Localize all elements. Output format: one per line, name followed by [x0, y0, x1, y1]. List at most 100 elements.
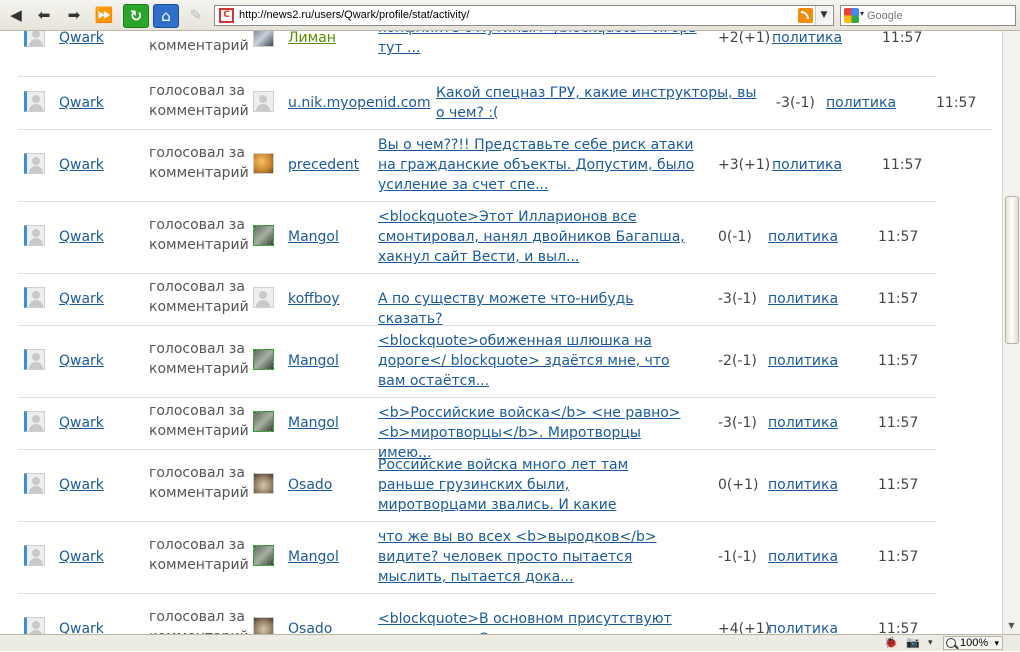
comment-link[interactable]: что же вы во всех <b>выродков</b> видите… [378, 527, 698, 587]
reload-button[interactable]: ↻ [123, 4, 149, 28]
search-bar[interactable]: ▾ [840, 5, 1016, 26]
activity-row: Qwark голосовал за комментарий Mangol <b>Ро… [18, 397, 936, 461]
user-link[interactable]: Qwark [59, 619, 104, 634]
user-link[interactable]: Qwark [59, 413, 104, 433]
category-link[interactable]: политика [768, 547, 838, 567]
user-link[interactable]: Qwark [59, 155, 104, 175]
rss-icon[interactable] [798, 8, 813, 23]
comment-link[interactable]: <blockquote>обиженная шлюшка на дороге</… [378, 331, 698, 391]
action-text: голосовал за комментарий [149, 31, 249, 54]
target-avatar[interactable] [253, 287, 274, 308]
back-button[interactable]: ◀ [4, 4, 28, 26]
comment-link[interactable]: Вы о чем??!! Представьте себе риск атаки… [378, 135, 698, 195]
target-user-link[interactable]: Mangol [288, 351, 339, 371]
url-text[interactable]: http://news2.ru/users/Qwark/profile/stat… [239, 9, 469, 21]
category-link[interactable]: политика [772, 155, 842, 175]
target-user-link[interactable]: Osado [288, 475, 332, 495]
user-avatar[interactable] [24, 287, 45, 308]
user-avatar[interactable] [24, 153, 45, 174]
category-link[interactable]: политика [772, 31, 842, 48]
target-avatar[interactable] [253, 153, 274, 174]
user-link[interactable]: Qwark [59, 475, 104, 495]
comment-link[interactable]: <blockquote>Этот Илларионов все смонтиро… [378, 207, 698, 267]
zoom-dropdown-icon[interactable]: ▾ [994, 637, 999, 650]
target-avatar[interactable] [253, 349, 274, 370]
category-link[interactable]: политика [768, 475, 838, 495]
activity-row: Qwark голосовал за комментарий precedent Вы… [18, 129, 936, 202]
category-link[interactable]: политика [768, 413, 838, 433]
vote-score: 0(+1) [718, 477, 759, 493]
home-button[interactable]: ⌂ [153, 4, 179, 28]
target-user-link[interactable]: Лиман [288, 31, 336, 48]
comment-link[interactable]: Какой спецназ ГРУ, какие инструкторы, вы… [436, 83, 766, 123]
action-text: голосовал за комментарий [149, 465, 249, 501]
vote-score: +2(+1) [718, 31, 771, 46]
search-engine-dropdown-icon[interactable]: ▾ [860, 9, 864, 18]
target-user-link[interactable]: Mangol [288, 547, 339, 567]
category-link[interactable]: политика [768, 289, 838, 309]
target-avatar[interactable] [253, 31, 274, 47]
address-bar[interactable]: C http://news2.ru/users/Qwark/profile/st… [214, 5, 834, 26]
target-avatar[interactable] [253, 225, 274, 246]
zoom-level: 100% [960, 637, 989, 649]
user-link[interactable]: Qwark [59, 547, 104, 567]
timestamp: 11:57 [878, 353, 919, 369]
vote-score: +3(+1) [718, 157, 771, 173]
target-avatar[interactable] [253, 411, 274, 432]
target-user-link[interactable]: precedent [288, 155, 359, 175]
target-user-link[interactable]: Osado [288, 619, 332, 634]
activity-list: Qwark голосовал за комментарий Лиман конфли… [0, 31, 1002, 634]
google-icon[interactable] [844, 8, 859, 23]
target-user-link[interactable]: u.nik.myopenid.com [288, 93, 431, 113]
back-icon-button[interactable]: ⬅ [32, 4, 56, 26]
search-input[interactable] [867, 8, 1007, 23]
user-link[interactable]: Qwark [59, 351, 104, 371]
scrollbar-thumb[interactable] [1005, 196, 1019, 344]
vertical-scrollbar[interactable]: ▼ [1002, 31, 1020, 634]
target-avatar[interactable] [253, 473, 274, 494]
zoom-control[interactable]: 100% ▾ [943, 636, 1003, 650]
activity-row: Qwark голосовал за комментарий Osado <block… [18, 593, 936, 634]
target-avatar[interactable] [253, 91, 274, 112]
camera-icon[interactable]: 📷 [906, 636, 920, 650]
target-user-link[interactable]: Mangol [288, 227, 339, 247]
forward-button[interactable]: ➡ [62, 4, 86, 26]
comment-link[interactable]: А по существу можете что-нибудь сказать? [378, 289, 698, 329]
user-avatar[interactable] [24, 225, 45, 246]
url-dropdown-icon[interactable]: ▼ [815, 6, 832, 25]
timestamp: 11:57 [882, 157, 923, 173]
user-avatar[interactable] [24, 473, 45, 494]
user-avatar[interactable] [24, 91, 45, 112]
user-avatar[interactable] [24, 31, 45, 47]
user-link[interactable]: Qwark [59, 289, 104, 309]
fast-forward-button[interactable]: ⏩ [92, 4, 116, 26]
activity-row: Qwark голосовал за комментарий koffboy А по… [18, 273, 936, 329]
user-avatar[interactable] [24, 617, 45, 634]
category-link[interactable]: политика [768, 619, 838, 634]
user-avatar[interactable] [24, 411, 45, 432]
category-link[interactable]: политика [768, 227, 838, 247]
category-link[interactable]: политика [826, 93, 896, 113]
user-link[interactable]: Qwark [59, 227, 104, 247]
camera-dropdown-icon[interactable]: ▾ [928, 638, 933, 652]
vote-score: -3(-1) [776, 95, 815, 111]
target-user-link[interactable]: Mangol [288, 413, 339, 433]
pencil-icon[interactable]: ✎ [184, 4, 208, 26]
vote-score: -1(-1) [718, 549, 757, 565]
user-link[interactable]: Qwark [59, 31, 104, 48]
category-link[interactable]: политика [768, 351, 838, 371]
scroll-down-arrow-icon[interactable]: ▼ [1003, 618, 1020, 634]
target-avatar[interactable] [253, 545, 274, 566]
comment-link[interactable]: Российские войска много лет там раньше г… [378, 455, 678, 515]
vote-score: +4(+1) [718, 621, 771, 634]
comment-link[interactable]: <blockquote>В основном присутствуют две … [378, 609, 698, 634]
user-avatar[interactable] [24, 545, 45, 566]
addon-icon[interactable]: 🐞 [884, 636, 898, 650]
user-link[interactable]: Qwark [59, 93, 104, 113]
target-avatar[interactable] [253, 617, 274, 634]
target-user-link[interactable]: koffboy [288, 289, 340, 309]
user-avatar[interactable] [24, 349, 45, 370]
magnifier-icon [946, 638, 956, 648]
action-text: голосовал за комментарий [149, 145, 249, 181]
comment-link[interactable]: конфликте с Путиным</blockquote> Игорь т… [378, 31, 698, 58]
